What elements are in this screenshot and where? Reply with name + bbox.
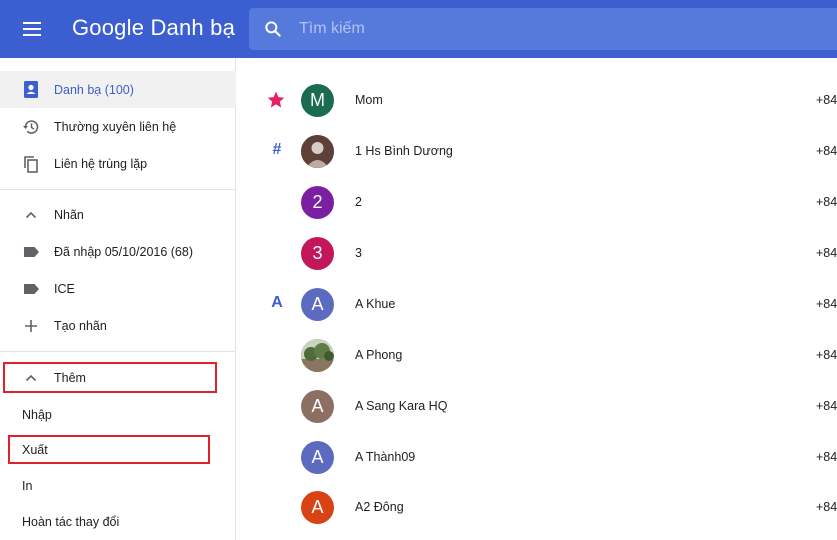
sidebar-divider	[0, 351, 236, 352]
avatar: 3	[301, 237, 334, 270]
chevron-up-icon	[22, 206, 40, 224]
contact-name: Mom	[355, 93, 383, 107]
plus-icon	[22, 317, 40, 335]
sidebar-item-label: ICE	[54, 281, 75, 296]
contact-phone: +84	[816, 399, 837, 413]
app-brand-title[interactable]: Google Danh bạ	[72, 15, 235, 41]
print-button[interactable]: In	[22, 479, 32, 493]
sidebar-item-label: Liên hệ trùng lặp	[54, 156, 148, 171]
sidebar-item-contacts[interactable]: Danh bạ (100)	[0, 71, 236, 108]
contact-row[interactable]: A A Sang Kara HQ +84	[237, 382, 837, 432]
contact-phone: +84	[816, 348, 837, 362]
main-menu-button[interactable]	[20, 18, 44, 40]
section-letter: A	[271, 294, 283, 311]
avatar: M	[301, 84, 334, 117]
avatar: A	[301, 288, 334, 321]
avatar: A	[301, 441, 334, 474]
contact-name: A Phong	[355, 348, 403, 362]
contact-name: 3	[355, 246, 362, 260]
search-icon[interactable]	[263, 19, 283, 39]
person-photo-icon	[301, 135, 334, 168]
labels-section-toggle[interactable]: Nhãn	[0, 196, 236, 233]
contact-name: A Khue	[355, 297, 396, 311]
contacts-icon	[22, 81, 40, 99]
undo-changes-button[interactable]: Hoàn tác thay đổi	[22, 515, 119, 529]
highlight-box	[3, 362, 217, 393]
contact-row[interactable]: A Phong +84	[237, 331, 837, 381]
highlight-box	[8, 435, 210, 464]
contact-row[interactable]: # 1 Hs Bình Dương +84	[237, 127, 837, 177]
sidebar-item-label: Tạo nhãn	[54, 318, 107, 333]
landscape-photo-icon	[301, 339, 334, 372]
contact-row[interactable]: 2 2 +84	[237, 178, 837, 228]
menu-icon-bar	[23, 28, 41, 30]
section-letter: #	[272, 141, 282, 158]
contact-phone: +84	[816, 195, 837, 209]
import-button[interactable]: Nhập	[22, 408, 52, 422]
contact-row[interactable]: A A2 Đông +84	[237, 483, 837, 533]
search-box[interactable]	[249, 8, 837, 50]
contact-name: A2 Đông	[355, 500, 404, 514]
sidebar-item-frequent[interactable]: Thường xuyên liên hệ	[0, 108, 236, 145]
sidebar: Danh bạ (100) Thường xuyên liên hệ Liên …	[0, 58, 236, 540]
contact-row[interactable]: A A Thành09 +84	[237, 433, 837, 483]
search-input[interactable]	[299, 8, 819, 50]
menu-icon-bar	[23, 22, 41, 24]
contact-phone: +84	[816, 246, 837, 260]
sidebar-item-label: Thường xuyên liên hệ	[54, 119, 177, 134]
star-icon	[267, 91, 285, 108]
sidebar-divider	[0, 189, 236, 190]
avatar	[301, 339, 334, 372]
contact-phone: +84	[816, 144, 837, 158]
contact-name: A Thành09	[355, 450, 416, 464]
contact-phone: +84	[816, 450, 837, 464]
avatar	[301, 135, 334, 168]
avatar: A	[301, 491, 334, 524]
contact-list: M Mom +84 # 1 Hs Bình Dương +84 2 2 +84 …	[237, 58, 837, 540]
sidebar-item-label: Danh bạ (100)	[54, 82, 134, 97]
contact-row[interactable]: 3 3 +84	[237, 229, 837, 279]
contact-phone: +84	[816, 500, 837, 514]
labels-section-header: Nhãn	[54, 207, 84, 222]
create-label-button[interactable]: Tạo nhãn	[0, 307, 236, 344]
label-icon	[22, 280, 40, 298]
history-icon	[22, 118, 40, 136]
sidebar-item-label-ice[interactable]: ICE	[0, 270, 236, 307]
app-header: Google Danh bạ	[0, 0, 837, 58]
contact-phone: +84	[816, 297, 837, 311]
contact-phone: +84	[816, 93, 837, 107]
avatar: 2	[301, 186, 334, 219]
contact-row[interactable]: A A A Khue +84	[237, 280, 837, 330]
sidebar-item-label: Đã nhập 05/10/2016 (68)	[54, 244, 193, 259]
copy-icon	[22, 155, 40, 173]
contact-name: 2	[355, 195, 362, 209]
sidebar-item-duplicates[interactable]: Liên hệ trùng lặp	[0, 145, 236, 182]
avatar: A	[301, 390, 334, 423]
menu-icon-bar	[23, 34, 41, 36]
contact-name: A Sang Kara HQ	[355, 399, 448, 413]
contact-name: 1 Hs Bình Dương	[355, 144, 453, 158]
contact-row[interactable]: M Mom +84	[237, 76, 837, 126]
label-icon	[22, 243, 40, 261]
sidebar-item-label-imported[interactable]: Đã nhập 05/10/2016 (68)	[0, 233, 236, 270]
